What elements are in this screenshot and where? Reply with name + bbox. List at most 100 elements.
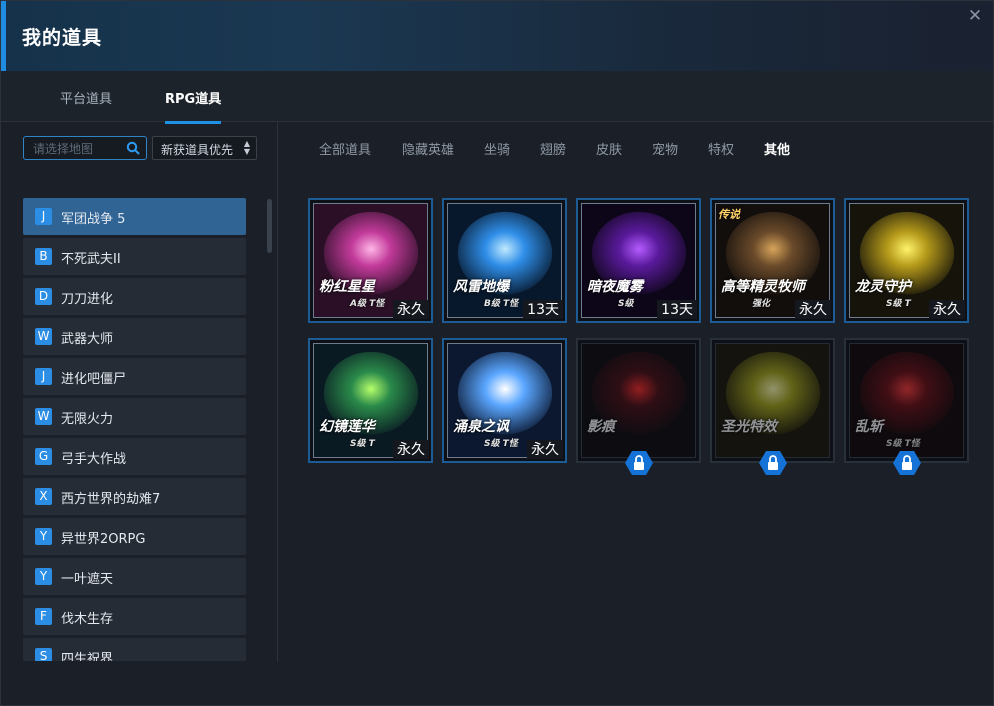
sort-select-value: 新获道具优先 [161,143,234,157]
my-items-window: 我的道具 ✕ 平台道具 RPG道具 新获道具优先 ▲▼ J 军团战争 5 B 不死武夫… [0,0,994,706]
map-name: 无限火力 [61,412,114,427]
item-card[interactable]: 暗夜魔雾 S级 13天 [576,198,701,323]
duration-badge: 永久 [527,440,563,459]
item-grade: S级 T怪 [886,439,920,449]
map-initial-badge: J [35,208,52,225]
map-list-item[interactable]: Y 异世界2ORPG [23,518,246,555]
map-name: 不死武夫II [61,252,121,267]
map-name: 异世界2ORPG [61,532,146,547]
tab-rpg-items[interactable]: RPG道具 [165,88,222,124]
item-name: 龙灵守护 [855,279,911,295]
legend-tag: 传说 [718,208,740,221]
title-bar: 我的道具 ✕ [1,1,993,71]
duration-badge: 永久 [393,440,429,459]
search-icon[interactable] [126,141,140,155]
locked-item-card[interactable]: 圣光特效 [710,338,835,475]
locked-item-card[interactable]: 影痕 [576,338,701,475]
map-list-item[interactable]: J 军团战争 5 [23,198,246,235]
item-effect-art [716,344,829,457]
category-tab[interactable]: 宠物 [652,139,678,158]
map-name: 西方世界的劫难7 [61,492,161,507]
map-name: 一叶遮天 [61,572,114,587]
duration-badge: 永久 [929,300,965,319]
item-card[interactable]: 粉红星星 A级 T怪 永久 [308,198,433,323]
item-grade: S级 T [350,439,375,449]
map-initial-badge: J [35,368,52,385]
item-name: 幻镜莲华 [319,419,375,435]
map-list-item[interactable]: X 西方世界的劫难7 [23,478,246,515]
item-name: 乱斩 [855,419,883,435]
map-list-item[interactable]: G 弓手大作战 [23,438,246,475]
item-grade: S级 [618,299,634,309]
item-grade: 强化 [752,299,771,309]
category-tab[interactable]: 皮肤 [596,139,622,158]
map-list-item[interactable]: S 四生祝界 [23,638,246,661]
category-tab[interactable]: 坐骑 [484,139,510,158]
map-initial-badge: W [35,408,52,425]
map-search-input[interactable] [31,139,125,159]
locked-item-card[interactable]: 乱斩 S级 T怪 [844,338,969,475]
item-grade: S级 T [886,299,911,309]
map-list-item[interactable]: J 进化吧僵尸 [23,358,246,395]
tab-platform-items[interactable]: 平台道具 [60,88,112,107]
item-effect-art [582,344,695,457]
item-grade: S级 T怪 [484,439,518,449]
map-list-item[interactable]: Y 一叶遮天 [23,558,246,595]
map-name: 刀刀进化 [61,292,114,307]
item-grid: 粉红星星 A级 T怪 永久 风雷地爆 B级 T怪 13天 暗夜魔雾 S级 13天 高等精灵牧师 强化… [308,198,973,475]
item-name: 圣光特效 [721,419,777,435]
duration-badge: 13天 [657,300,697,319]
top-tab-bar: 平台道具 RPG道具 [1,71,993,124]
item-name: 粉红星星 [319,279,375,295]
map-initial-badge: D [35,288,52,305]
item-card[interactable]: 高等精灵牧师强化 传说永久 [710,198,835,323]
map-list-item[interactable]: F 伐木生存 [23,598,246,635]
duration-badge: 永久 [393,300,429,319]
category-tab[interactable]: 全部道具 [319,139,371,158]
map-list-scrollbar[interactable] [267,199,272,253]
map-initial-badge: B [35,248,52,265]
map-list-item[interactable]: W 无限火力 [23,398,246,435]
item-frame: 乱斩 S级 T怪 [849,343,964,458]
map-initial-badge: G [35,448,52,465]
item-card[interactable]: 龙灵守护 S级 T 永久 [844,198,969,323]
item-card[interactable]: 涌泉之讽 S级 T怪 永久 [442,338,567,463]
map-panel: 新获道具优先 ▲▼ J 军团战争 5 B 不死武夫II D 刀刀进化 W 武器大师 J 进化吧僵尸… [1,122,278,662]
item-card[interactable]: 风雷地爆 B级 T怪 13天 [442,198,567,323]
map-initial-badge: S [35,648,52,661]
map-list-item[interactable]: D 刀刀进化 [23,278,246,315]
map-initial-badge: F [35,608,52,625]
map-list-item[interactable]: B 不死武夫II [23,238,246,275]
lock-icon [624,451,653,475]
sort-select[interactable]: 新获道具优先 ▲ ▼ [152,136,257,160]
lock-icon [892,451,921,475]
category-tab[interactable]: 隐藏英雄 [402,139,454,158]
item-name: 影痕 [587,419,615,435]
category-tab[interactable]: 特权 [708,139,734,158]
map-name: 武器大师 [61,332,114,347]
map-initial-badge: Y [35,568,52,585]
map-initial-badge: Y [35,528,52,545]
category-tab[interactable]: 翅膀 [540,139,566,158]
map-name: 进化吧僵尸 [61,372,127,387]
item-grade: B级 T怪 [484,299,519,309]
title-accent-bar [1,1,6,71]
item-name: 高等精灵牧师 [721,279,805,295]
close-icon[interactable]: ✕ [965,6,985,26]
item-name: 涌泉之讽 [453,419,509,435]
tab-label: 平台道具 [60,92,113,107]
map-list: J 军团战争 5 B 不死武夫II D 刀刀进化 W 武器大师 J 进化吧僵尸 W 无限火力 G 弓手大作… [23,198,246,661]
lock-icon [758,451,787,475]
tab-label: RPG道具 [165,92,222,107]
map-name: 弓手大作战 [61,452,127,467]
duration-badge: 永久 [795,300,831,319]
map-search-box[interactable] [23,136,147,160]
item-card[interactable]: 幻镜莲华 S级 T 永久 [308,338,433,463]
duration-badge: 13天 [523,300,563,319]
map-list-item[interactable]: W 武器大师 [23,318,246,355]
map-name: 军团战争 5 [61,212,126,227]
item-name: 暗夜魔雾 [587,279,643,295]
item-name: 风雷地爆 [453,279,509,295]
item-grade: A级 T怪 [350,299,385,309]
category-tab[interactable]: 其他 [764,139,790,158]
